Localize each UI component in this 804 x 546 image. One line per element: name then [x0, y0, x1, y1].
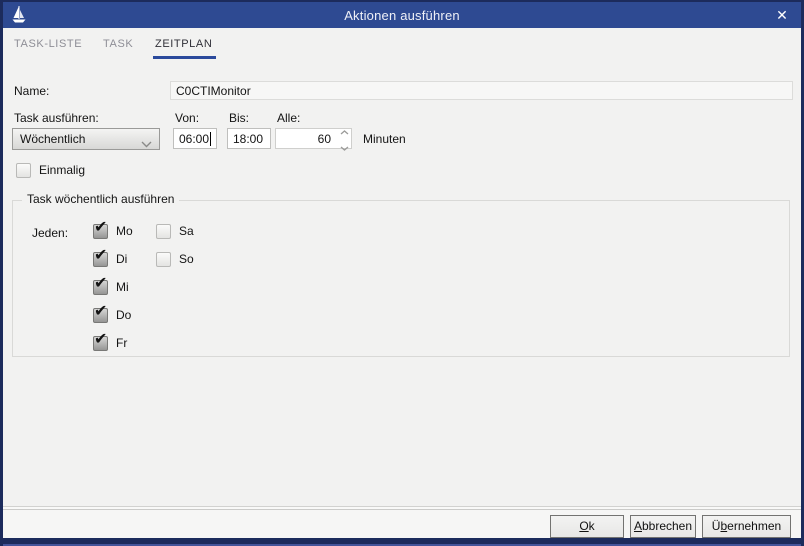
button-text: ernehmen — [727, 519, 781, 533]
name-input[interactable]: C0CTIMonitor — [170, 81, 793, 100]
day-label: Mo — [116, 224, 133, 238]
alle-label: Alle: — [277, 111, 300, 125]
ok-button[interactable]: Ok — [550, 515, 624, 538]
interval-selected-value: Wöchentlich — [20, 132, 85, 146]
einmalig-label: Einmalig — [39, 163, 85, 177]
day-checkbox-di[interactable]: Di — [93, 251, 127, 267]
von-value: 06:00 — [179, 132, 209, 146]
task-execute-label: Task ausführen: — [14, 111, 99, 125]
checkbox-box — [93, 336, 108, 351]
jeden-label: Jeden: — [32, 226, 68, 240]
checkbox-box — [93, 224, 108, 239]
day-label: Mi — [116, 280, 129, 294]
dialog-window: Aktionen ausführen ✕ TASK-LISTE TASK ZEI… — [0, 0, 804, 546]
checkbox-box — [156, 224, 171, 239]
day-label: Do — [116, 308, 131, 322]
day-checkbox-mo[interactable]: Mo — [93, 223, 133, 239]
checkbox-box — [16, 163, 31, 178]
window-title: Aktionen ausführen — [3, 8, 801, 23]
button-mnemonic: O — [579, 519, 588, 533]
uebernehmen-button[interactable]: Übernehmen — [702, 515, 791, 538]
checkbox-box — [93, 252, 108, 267]
button-text: k — [589, 519, 595, 533]
window-bottom-border — [0, 538, 804, 546]
interval-select[interactable]: Wöchentlich — [12, 128, 160, 150]
einmalig-checkbox[interactable]: Einmalig — [16, 162, 85, 178]
alle-spinner[interactable]: 60 — [275, 128, 352, 149]
day-checkbox-do[interactable]: Do — [93, 307, 131, 323]
tab-bar: TASK-LISTE TASK ZEITPLAN — [3, 28, 801, 60]
alle-value: 60 — [276, 132, 337, 146]
bis-value: 18:00 — [233, 132, 263, 146]
chevron-down-icon — [141, 137, 152, 151]
titlebar: Aktionen ausführen ✕ — [3, 2, 801, 28]
text-caret — [210, 132, 211, 146]
tab-zeitplan[interactable]: ZEITPLAN — [155, 34, 212, 59]
bis-label: Bis: — [229, 111, 249, 125]
name-label: Name: — [14, 84, 49, 98]
day-checkbox-fr[interactable]: Fr — [93, 335, 127, 351]
von-input[interactable]: 06:00 — [173, 128, 217, 149]
day-label: Fr — [116, 336, 127, 350]
sailboat-app-icon — [11, 6, 27, 24]
spinner-up-button[interactable] — [340, 124, 349, 138]
day-label: Di — [116, 252, 127, 266]
abbrechen-button[interactable]: Abbrechen — [630, 515, 696, 538]
day-label: Sa — [179, 224, 194, 238]
weekly-group-box: Task wöchentlich ausführen Jeden: Mo Di … — [12, 200, 790, 357]
group-box-title: Task wöchentlich ausführen — [22, 192, 179, 206]
button-text: bbrechen — [642, 519, 692, 533]
day-label: So — [179, 252, 194, 266]
tab-task[interactable]: TASK — [103, 34, 133, 59]
spinner-arrows — [337, 129, 351, 148]
minuten-label: Minuten — [363, 132, 406, 146]
von-label: Von: — [175, 111, 199, 125]
spinner-down-button[interactable] — [340, 140, 349, 154]
bis-input[interactable]: 18:00 — [227, 128, 271, 149]
name-value: C0CTIMonitor — [176, 84, 251, 98]
checkbox-box — [93, 280, 108, 295]
button-mnemonic: A — [634, 519, 642, 533]
tab-task-liste[interactable]: TASK-LISTE — [14, 34, 82, 59]
day-checkbox-mi[interactable]: Mi — [93, 279, 129, 295]
day-checkbox-sa[interactable]: Sa — [156, 223, 194, 239]
day-checkbox-so[interactable]: So — [156, 251, 194, 267]
checkbox-box — [93, 308, 108, 323]
close-button[interactable]: ✕ — [772, 5, 792, 25]
checkbox-box — [156, 252, 171, 267]
